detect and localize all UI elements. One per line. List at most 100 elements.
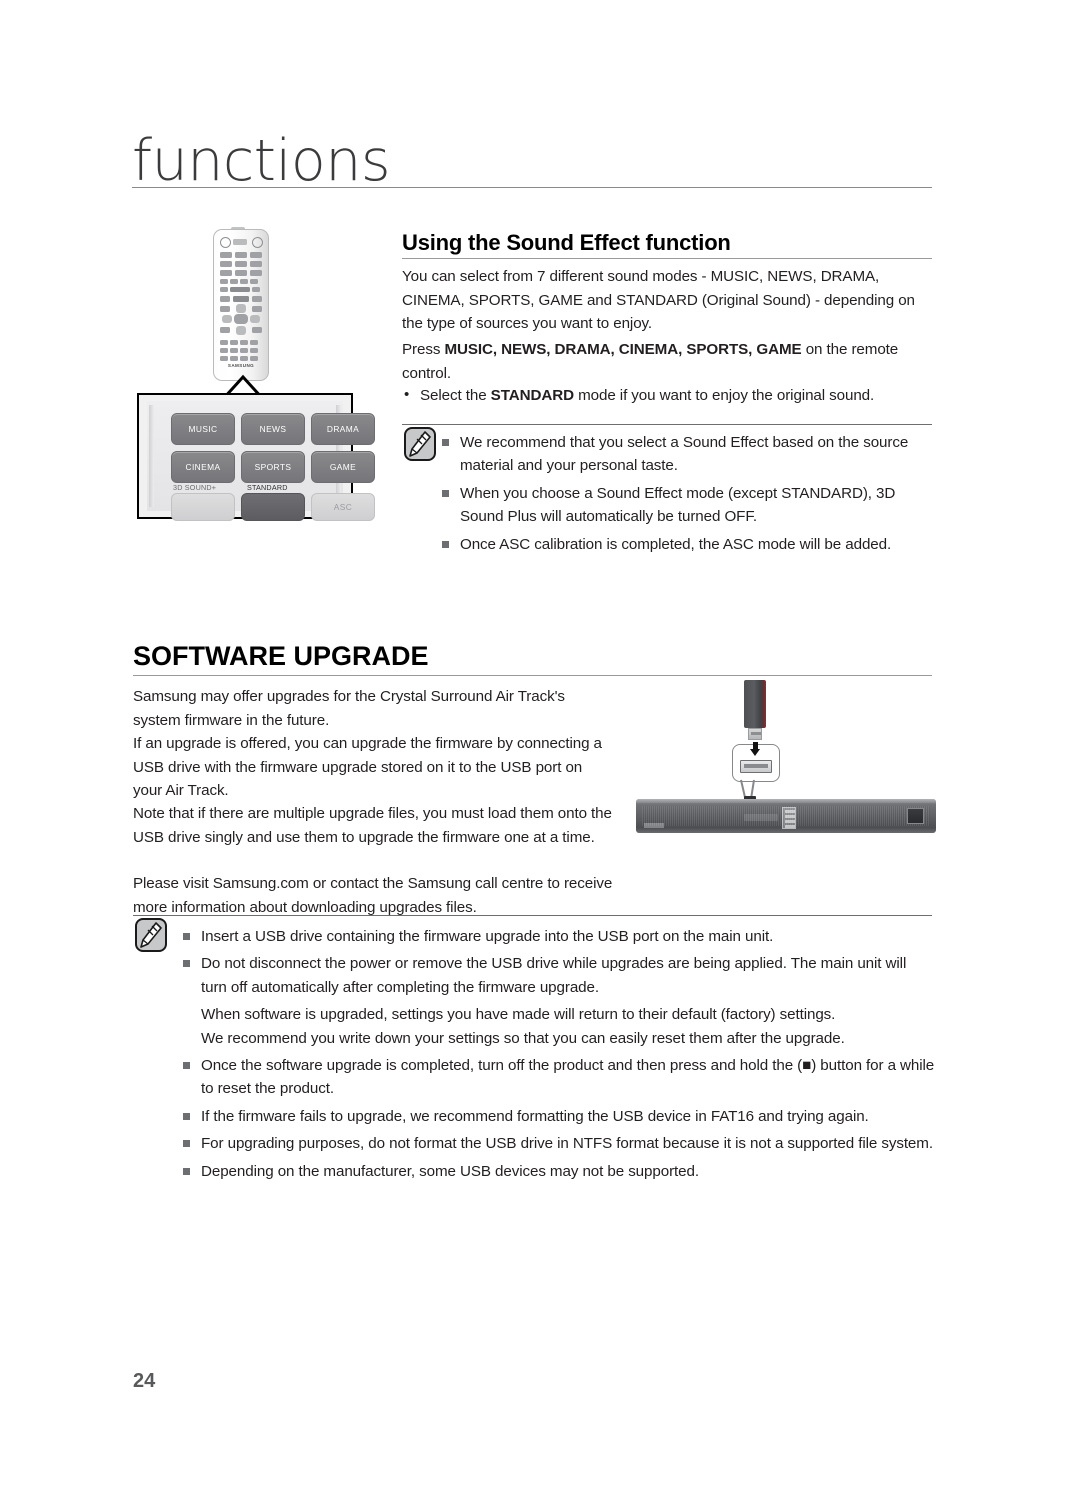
remote-dpad-down — [236, 326, 246, 335]
note-box-1-rule — [402, 424, 932, 425]
remote-dpad-up — [236, 304, 246, 313]
panel-left-edge — [149, 405, 154, 507]
panel-label-3d-sound: 3D SOUND+ — [173, 483, 217, 492]
soundbar-side-port — [907, 808, 924, 824]
note-pen-icon — [135, 918, 167, 952]
remote-key — [230, 348, 238, 353]
panel-surface: MUSIC NEWS DRAMA CINEMA SPORTS GAME 3D S… — [147, 401, 375, 521]
remote-top-key — [233, 239, 247, 245]
remote-key — [252, 306, 262, 312]
software-paragraph: If an upgrade is offered, you can upgrad… — [133, 735, 602, 799]
remote-key — [235, 261, 247, 267]
remote-key — [252, 287, 260, 292]
remote-key — [240, 356, 248, 361]
software-paragraph: Samsung may offer upgrades for the Cryst… — [133, 688, 565, 729]
software-upgrade-heading: SOFTWARE UPGRADE — [133, 641, 429, 671]
remote-key — [250, 356, 258, 361]
remote-key — [250, 340, 258, 345]
note-item: Do not disconnect the power or remove th… — [181, 952, 936, 999]
note-box-2-rule — [133, 915, 932, 916]
remote-key — [240, 348, 248, 353]
sound-mode-button-panel: MUSIC NEWS DRAMA CINEMA SPORTS GAME 3D S… — [137, 393, 375, 521]
soundbar-display — [744, 814, 778, 821]
panel-button-drama[interactable]: DRAMA — [311, 413, 375, 445]
remote-key — [220, 279, 228, 284]
remote-brand-label: SAMSUNG — [227, 363, 255, 368]
chapter-title: functions — [132, 128, 391, 194]
remote-key — [230, 279, 238, 284]
soundbar-main-unit — [636, 799, 936, 833]
note-item: Insert a USB drive containing the firmwa… — [181, 925, 936, 948]
remote-key — [235, 270, 247, 276]
panel-label-standard: STANDARD — [247, 483, 288, 492]
remote-key — [252, 296, 262, 302]
panel-button-standard[interactable] — [241, 493, 305, 521]
note-item: Depending on the manufacturer, some USB … — [181, 1160, 936, 1183]
note-item: If the firmware fails to upgrade, we rec… — [181, 1105, 936, 1128]
panel-button-asc[interactable]: ASC — [311, 493, 375, 521]
remote-key — [220, 261, 232, 267]
note-box-1-list: We recommend that you select a Sound Eff… — [440, 431, 932, 560]
note-item: Once the software upgrade is completed, … — [181, 1054, 936, 1101]
standard-bullet-prefix: Select the — [420, 387, 491, 404]
remote-key — [220, 306, 230, 312]
usb-drive-body — [744, 680, 766, 728]
remote-key — [220, 340, 228, 345]
remote-key — [240, 279, 248, 284]
remote-key — [250, 252, 262, 258]
remote-key — [250, 348, 258, 353]
standard-bullet-suffix: mode if you want to enjoy the original s… — [573, 387, 875, 404]
remote-source-key — [252, 237, 263, 248]
usb-connector — [748, 728, 762, 740]
remote-key — [250, 261, 262, 267]
remote-key — [250, 270, 262, 276]
remote-key — [230, 356, 238, 361]
note-item: We recommend that you select a Sound Eff… — [440, 431, 932, 478]
remote-dpad-right — [250, 315, 260, 323]
remote-body — [213, 229, 269, 381]
remote-key — [220, 296, 230, 302]
note-subline: We recommend you write down your setting… — [201, 1029, 845, 1047]
manual-page: functions SAMSUNG MUSIC NEWS DRAMA CINEM… — [0, 0, 1080, 1485]
remote-wide-key — [230, 287, 250, 292]
remote-key — [220, 252, 232, 258]
remote-key — [240, 340, 248, 345]
remote-control-illustration: SAMSUNG MUSIC NEWS DRAMA CINEMA SPORTS G… — [135, 225, 375, 525]
note-item: When you choose a Sound Effect mode (exc… — [440, 482, 932, 529]
remote-key — [220, 356, 228, 361]
soundbar-badge — [644, 823, 664, 828]
note-pen-icon — [404, 427, 436, 461]
press-prefix: Press — [402, 341, 445, 358]
software-paragraph: Please visit Samsung.com or contact the … — [133, 875, 613, 916]
sound-effect-heading: Using the Sound Effect function — [402, 230, 731, 255]
sound-effect-heading-rule — [402, 258, 932, 259]
remote-key — [220, 287, 228, 292]
page-number: 24 — [133, 1370, 156, 1392]
press-buttons-paragraph: Press MUSIC, NEWS, DRAMA, CINEMA, SPORTS… — [402, 338, 938, 385]
remote-key — [230, 340, 238, 345]
panel-button-news[interactable]: NEWS — [241, 413, 305, 445]
press-bold-keys: MUSIC, NEWS, DRAMA, CINEMA, SPORTS, GAME — [444, 341, 802, 358]
soundbar-control-panel — [782, 807, 796, 829]
sound-modes-paragraph: You can select from 7 different sound mo… — [402, 268, 915, 332]
remote-dpad-left — [222, 315, 232, 323]
chapter-title-rule — [132, 187, 932, 188]
remote-key — [250, 279, 258, 284]
panel-button-music[interactable]: MUSIC — [171, 413, 235, 445]
usb-upgrade-illustration — [636, 678, 936, 833]
note-item: For upgrading purposes, do not format th… — [181, 1132, 936, 1155]
software-upgrade-heading-rule — [133, 675, 932, 676]
panel-button-cinema[interactable]: CINEMA — [171, 451, 235, 483]
note-subline: When software is upgraded, settings you … — [201, 1006, 836, 1024]
remote-key — [252, 327, 262, 333]
remote-key — [235, 252, 247, 258]
standard-mode-bullet: Select the STANDARD mode if you want to … — [402, 383, 954, 408]
software-paragraph: Note that if there are multiple upgrade … — [133, 805, 612, 846]
panel-button-game[interactable]: GAME — [311, 451, 375, 483]
note-item: Once ASC calibration is completed, the A… — [440, 533, 932, 556]
remote-wide-key — [233, 296, 249, 302]
remote-dpad-enter — [234, 314, 248, 324]
remote-power-key — [220, 237, 231, 248]
panel-button-3d-sound[interactable] — [171, 493, 235, 521]
panel-button-sports[interactable]: SPORTS — [241, 451, 305, 483]
